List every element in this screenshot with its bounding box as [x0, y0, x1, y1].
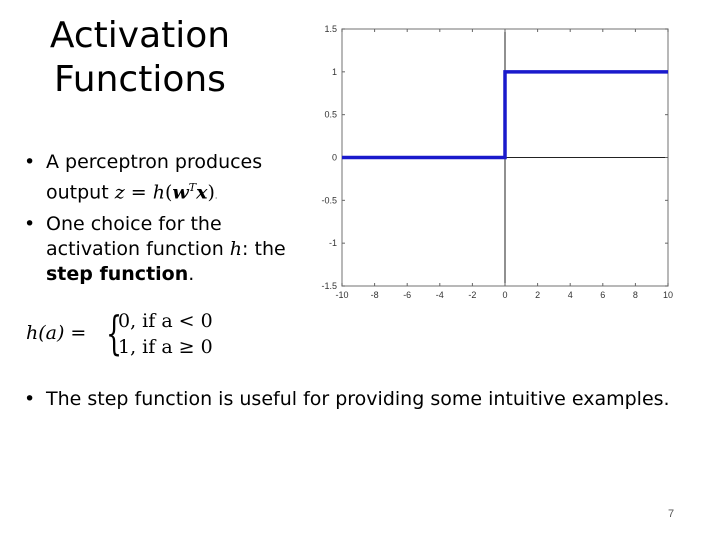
- title-line-2: Functions: [54, 59, 226, 100]
- formula-case-2: 1, if a ≥ 0: [118, 336, 213, 358]
- y-tick-label: -1.5: [321, 281, 337, 291]
- bullet-perceptron: • A perceptron produces output z = h(wTx…: [22, 150, 312, 208]
- step-function-chart: -10 -8 -6 -4 -2 0 2 4 6 8 10 1.5 1 0.5 0 -0.5 -1 -1.5: [321, 24, 673, 300]
- math-h: h: [229, 238, 243, 261]
- page-number: 7: [668, 508, 675, 520]
- x-tick-label: 6: [600, 290, 605, 300]
- bullet-text: The step function is useful for providin…: [46, 388, 670, 410]
- bullet-marker: •: [24, 388, 36, 410]
- x-tick-label: 2: [535, 290, 540, 300]
- period: .: [214, 191, 218, 201]
- bullet-intuitive-examples: • The step function is useful for provid…: [22, 387, 720, 412]
- x-tick-label: 10: [663, 290, 673, 300]
- math-paren-close: ): [207, 181, 215, 204]
- period: .: [188, 263, 195, 286]
- y-tick-label: 0.5: [324, 110, 337, 120]
- formula-lhs: h(a) =: [26, 322, 87, 344]
- math-transpose: T: [188, 181, 197, 194]
- math-w: w: [172, 181, 189, 204]
- bold-step-function: step function: [46, 263, 189, 286]
- y-tick-label: -1: [329, 238, 337, 248]
- x-tick-label: -6: [403, 290, 411, 300]
- y-tick-label: 1.5: [324, 24, 337, 34]
- y-tick-label: 0: [332, 153, 337, 163]
- bullet-activation-choice: • One choice for the activation function…: [22, 212, 312, 287]
- bullet-text: One choice for the activation function: [46, 213, 230, 261]
- bullet-marker: •: [24, 213, 36, 236]
- slide-title: Activation Functions: [30, 14, 250, 102]
- bullet-text-colon: : the: [242, 238, 286, 261]
- x-tick-label: -2: [468, 290, 476, 300]
- title-line-1: Activation: [49, 15, 231, 56]
- y-tick-label: -0.5: [321, 195, 337, 205]
- math-x: x: [196, 181, 208, 204]
- x-tick-label: 0: [502, 290, 507, 300]
- bullet-list: • A perceptron produces output z = h(wTx…: [22, 150, 312, 291]
- x-tick-label: -10: [335, 290, 348, 300]
- math-z: z: [114, 181, 125, 204]
- math-equals: =: [124, 181, 153, 204]
- formula-case-1: 0, if a < 0: [118, 310, 213, 332]
- math-h: h: [152, 181, 165, 204]
- formula-cases: 0, if a < 0 1, if a ≥ 0: [118, 308, 213, 360]
- x-tick-label: -8: [371, 290, 379, 300]
- y-tick-label: 1: [332, 67, 337, 77]
- x-tick-label: 4: [568, 290, 573, 300]
- x-tick-label: 8: [633, 290, 638, 300]
- bullet-marker: •: [24, 151, 36, 173]
- x-tick-label: -4: [436, 290, 444, 300]
